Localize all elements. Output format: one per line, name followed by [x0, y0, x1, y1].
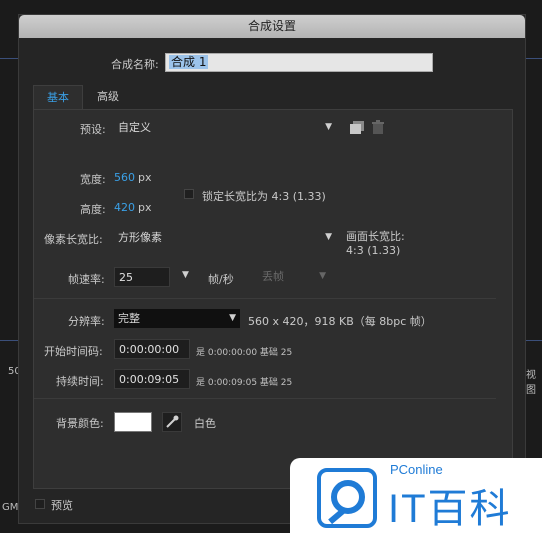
pixel-aspect-dropdown[interactable]: 方形像素 ▼ [114, 228, 336, 247]
composition-settings-dialog: 合成设置 合成名称: 合成 1 基本 高级 预设: 自定义 ▼ 宽度: 560 … [18, 14, 526, 524]
pixel-aspect-value: 方形像素 [118, 231, 162, 244]
frame-rate-unit: 帧/秒 [208, 273, 234, 286]
comp-name-label: 合成名称: [111, 58, 159, 71]
background-label: 视图 [526, 370, 536, 396]
height-label: 高度: [80, 203, 106, 216]
tab-basic[interactable]: 基本 [33, 85, 83, 109]
duration-label: 持续时间: [56, 375, 104, 388]
width-label: 宽度: [80, 173, 106, 186]
site-watermark: PConline IT百科 [290, 458, 542, 533]
duration-info: 是 0:00:09:05 基础 25 [196, 378, 293, 388]
chevron-down-icon: ▼ [229, 313, 236, 323]
watermark-brand: IT百科 [388, 487, 512, 531]
frame-rate-input[interactable]: 25 [114, 267, 170, 287]
frame-aspect-value: 4:3 (1.33) [346, 244, 401, 257]
resolution-value: 完整 [118, 312, 140, 325]
comp-name-input[interactable]: 合成 1 [165, 53, 433, 72]
frame-rate-dropdown-arrow[interactable]: ▼ [182, 270, 189, 280]
bg-color-label: 背景颜色: [56, 417, 104, 430]
background-guide-line [0, 340, 18, 341]
preset-label: 预设: [80, 123, 106, 136]
background-guide-line [0, 58, 18, 59]
start-timecode-info: 是 0:00:00:00 基础 25 [196, 348, 293, 358]
preview-checkbox[interactable] [35, 499, 45, 509]
background-guide-line [526, 340, 542, 341]
resolution-dropdown[interactable]: 完整 ▼ [114, 309, 240, 328]
resolution-label: 分辨率: [68, 315, 105, 328]
drop-frame-dropdown: 丢帧 ▼ [258, 267, 330, 286]
start-timecode-label: 开始时间码: [44, 345, 103, 358]
frame-rate-label: 帧速率: [68, 273, 105, 286]
bg-color-name: 白色 [194, 417, 216, 430]
height-unit: px [138, 201, 152, 214]
resolution-info: 560 x 420，918 KB（每 8bpc 帧） [248, 315, 432, 328]
preview-label: 预览 [51, 499, 73, 512]
tab-advanced[interactable]: 高级 [83, 85, 133, 109]
trash-icon[interactable] [372, 120, 384, 134]
pconline-logo-icon [317, 468, 377, 528]
start-timecode-input[interactable]: 0:00:00:00 [114, 339, 190, 359]
lock-aspect-label: 锁定长宽比为 4:3 (1.33) [202, 190, 326, 203]
drop-frame-value: 丢帧 [262, 270, 284, 283]
watermark-site-name: PConline [390, 462, 443, 477]
save-preset-icon[interactable] [350, 121, 364, 134]
preset-value: 自定义 [118, 121, 151, 134]
duration-input[interactable]: 0:00:09:05 [114, 369, 190, 389]
width-value[interactable]: 560 [114, 171, 135, 184]
basic-settings-panel: 预设: 自定义 ▼ 宽度: 560 px 高度: 420 px 锁定长宽比为 4… [33, 109, 513, 489]
height-value[interactable]: 420 [114, 201, 135, 214]
separator [34, 298, 496, 299]
dialog-title: 合成设置 [19, 15, 525, 38]
separator [34, 398, 496, 399]
pixel-aspect-label: 像素长宽比: [44, 233, 103, 246]
bg-color-swatch[interactable] [114, 412, 152, 432]
chevron-down-icon: ▼ [319, 271, 326, 281]
comp-name-value: 合成 1 [169, 55, 209, 69]
background-guide-line [526, 58, 542, 59]
frame-aspect-label: 画面长宽比: [346, 230, 405, 243]
chevron-down-icon: ▼ [325, 122, 332, 132]
preset-dropdown[interactable]: 自定义 ▼ [114, 118, 336, 137]
chevron-down-icon: ▼ [325, 232, 332, 242]
width-unit: px [138, 171, 152, 184]
background-label: GM [2, 502, 19, 513]
eyedropper-icon[interactable] [162, 412, 182, 432]
lock-aspect-checkbox[interactable] [184, 189, 194, 199]
